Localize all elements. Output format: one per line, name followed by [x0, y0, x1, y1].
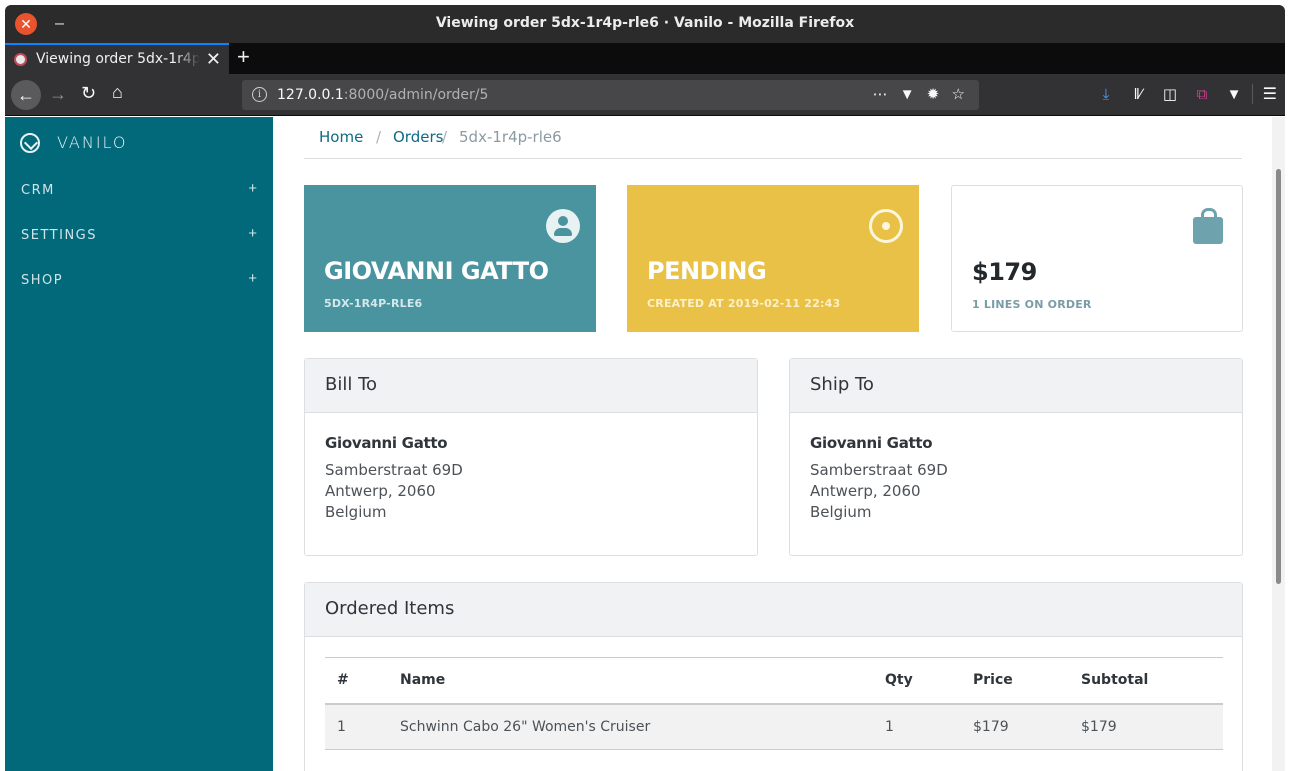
tab-strip: Viewing order 5dx-1r4p-rle6 · Vanilo ✕ + — [5, 43, 1285, 74]
toolbar-right: ⤓ ‖∕ ◫ ⧉ ▼ — [1090, 85, 1250, 103]
column-header: # — [325, 657, 388, 705]
order-status: PENDING — [647, 257, 767, 285]
panel-title: Ordered Items — [305, 583, 1242, 637]
expand-icon[interactable]: + — [248, 225, 257, 242]
cell-price: $179 — [961, 703, 1069, 750]
new-tab-button[interactable]: + — [237, 44, 250, 70]
panel-title: Ship To — [790, 359, 1242, 413]
breadcrumb-current: 5dx-1r4p-rle6 — [459, 128, 562, 146]
address-name: Giovanni Gatto — [325, 434, 448, 452]
download-icon[interactable]: ⤓ — [1090, 86, 1122, 103]
customer-name: GIOVANNI GATTO — [324, 257, 549, 285]
bookmark-star-icon[interactable]: ☆ — [952, 86, 969, 103]
cell-qty: 1 — [873, 703, 961, 750]
ship-to-panel: Ship To Giovanni Gatto Samberstraat 69D … — [789, 358, 1243, 556]
navigation-toolbar: ← → ↻ ⌂ i 127.0.0.1:8000/admin/order/5 ⋯… — [5, 74, 1285, 116]
library-icon[interactable]: ‖∕ — [1122, 86, 1154, 103]
cell-name: Schwinn Cabo 26" Women's Cruiser — [388, 703, 873, 750]
dot-circle-icon — [869, 209, 903, 243]
table-header-row: # Name Qty Price Subtotal — [325, 657, 1223, 705]
sidebar: VANILO CRM + SETTINGS + SHOP + — [5, 117, 273, 771]
table-row[interactable]: 1 Schwinn Cabo 26" Women's Cruiser 1 $17… — [325, 703, 1223, 750]
total-card: $179 1 LINES ON ORDER — [951, 185, 1243, 332]
bill-to-panel: Bill To Giovanni Gatto Samberstraat 69D … — [304, 358, 758, 556]
sidebar-item-label: SHOP — [21, 273, 64, 288]
url-path: :8000/admin/order/5 — [343, 87, 489, 103]
page-scrollbar[interactable] — [1272, 117, 1285, 771]
url-bar-actions: ⋯ ▼ ✹ ☆ — [873, 85, 969, 103]
breadcrumb-separator: / — [376, 128, 382, 146]
column-header: Price — [961, 657, 1069, 705]
vivaldi-icon[interactable]: ▼ — [1218, 86, 1250, 103]
expand-icon[interactable]: + — [248, 270, 257, 287]
sidebar-item-settings[interactable]: SETTINGS + — [5, 218, 273, 254]
pocket-icon[interactable]: ▼ — [900, 86, 919, 103]
order-number: 5DX-1R4P-RLE6 — [324, 297, 423, 310]
sidebar-item-shop[interactable]: SHOP + — [5, 263, 273, 299]
panel-title: Bill To — [305, 359, 757, 413]
user-circle-icon — [546, 209, 580, 243]
containers-icon[interactable]: ⧉ — [1186, 86, 1218, 103]
url-host: 127.0.0.1 — [277, 87, 344, 103]
forward-icon[interactable]: → — [49, 84, 67, 105]
breadcrumb-orders-link[interactable]: Orders — [393, 128, 443, 146]
address-name: Giovanni Gatto — [810, 434, 933, 452]
url-text[interactable]: 127.0.0.1:8000/admin/order/5 — [277, 87, 488, 103]
sidebar-item-crm[interactable]: CRM + — [5, 173, 273, 209]
vanilo-logo-icon — [20, 133, 40, 153]
column-header: Subtotal — [1069, 657, 1223, 705]
window-titlebar: ✕ – Viewing order 5dx-1r4p-rle6 · Vanilo… — [5, 5, 1285, 43]
tab-title: Viewing order 5dx-1r4p-rle6 · Vanilo — [36, 51, 200, 67]
address-country: Belgium — [810, 503, 872, 521]
address-country: Belgium — [325, 503, 387, 521]
breadcrumb-separator: / — [442, 128, 448, 146]
bug-icon[interactable]: ✹ — [927, 86, 944, 103]
line-count: 1 LINES ON ORDER — [972, 298, 1092, 311]
shipping-address: Giovanni Gatto Samberstraat 69D Antwerp,… — [790, 413, 1242, 543]
address-street: Samberstraat 69D — [810, 461, 948, 479]
cell-index: 1 — [325, 703, 388, 750]
order-total: $179 — [972, 258, 1037, 286]
ordered-items-panel: Ordered Items # Name Qty Price Subtotal … — [304, 582, 1243, 771]
tab-close-icon[interactable]: ✕ — [206, 49, 221, 70]
ordered-items-table: # Name Qty Price Subtotal 1 Schwinn Cabo… — [325, 657, 1223, 750]
cell-subtotal: $179 — [1069, 703, 1223, 750]
reload-icon[interactable]: ↻ — [81, 83, 96, 104]
home-icon[interactable]: ⌂ — [112, 82, 123, 103]
created-at: CREATED AT 2019-02-11 22:43 — [647, 297, 841, 310]
url-bar[interactable]: i 127.0.0.1:8000/admin/order/5 ⋯ ▼ ✹ ☆ — [242, 80, 979, 110]
address-street: Samberstraat 69D — [325, 461, 463, 479]
status-card: PENDING CREATED AT 2019-02-11 22:43 — [627, 185, 919, 332]
favicon-icon — [14, 53, 27, 66]
address-city: Antwerp, 2060 — [810, 482, 921, 500]
billing-address: Giovanni Gatto Samberstraat 69D Antwerp,… — [305, 413, 757, 543]
shopping-bag-icon — [1193, 208, 1223, 244]
info-icon[interactable]: i — [252, 87, 267, 102]
sidebar-item-label: SETTINGS — [21, 228, 98, 243]
customer-card: GIOVANNI GATTO 5DX-1R4P-RLE6 — [304, 185, 596, 332]
breadcrumb: Home / Orders / 5dx-1r4p-rle6 — [304, 117, 1242, 159]
address-city: Antwerp, 2060 — [325, 482, 436, 500]
page-actions-icon[interactable]: ⋯ — [873, 86, 892, 103]
column-header: Name — [388, 657, 873, 705]
breadcrumb-home-link[interactable]: Home — [319, 128, 363, 146]
expand-icon[interactable]: + — [248, 180, 257, 197]
brand-name: VANILO — [57, 133, 128, 152]
sidebar-item-label: CRM — [21, 183, 55, 198]
column-header: Qty — [873, 657, 961, 705]
back-icon[interactable]: ← — [11, 80, 41, 110]
window-title: Viewing order 5dx-1r4p-rle6 · Vanilo - M… — [435, 15, 855, 31]
menu-icon[interactable]: ☰ — [1251, 84, 1277, 104]
scrollbar-thumb[interactable] — [1276, 169, 1281, 584]
browser-tab-active[interactable]: Viewing order 5dx-1r4p-rle6 · Vanilo ✕ — [5, 43, 229, 74]
sidebar-icon[interactable]: ◫ — [1154, 85, 1186, 103]
